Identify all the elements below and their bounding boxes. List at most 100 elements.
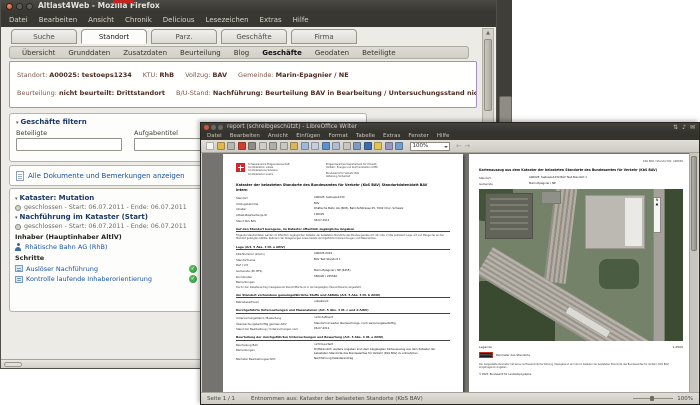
menu-extras[interactable]: Extras bbox=[260, 16, 282, 24]
scrollbar-thumb[interactable] bbox=[691, 156, 697, 251]
window-close-button[interactable] bbox=[6, 2, 13, 10]
kataster-title: ▾ Kataster: Mutation bbox=[15, 194, 95, 202]
table-icon[interactable] bbox=[332, 142, 340, 150]
info-label: Beurteilung: bbox=[17, 88, 57, 97]
zoom-icon[interactable] bbox=[395, 142, 403, 150]
menu-bearbeiten[interactable]: Bearbeiten bbox=[39, 16, 77, 24]
zoom-value: 100% bbox=[677, 395, 693, 402]
window-maximize-button[interactable] bbox=[26, 2, 33, 10]
redo-icon[interactable] bbox=[311, 142, 319, 150]
inhaber-link[interactable]: Rhätische Bahn AG (RhB) bbox=[25, 243, 107, 251]
subtab-geodaten[interactable]: Geodaten bbox=[315, 49, 349, 57]
tab-firma[interactable]: Firma bbox=[291, 29, 357, 44]
window-minimize-button[interactable] bbox=[211, 125, 216, 130]
collapse-triangle-icon[interactable]: ▾ bbox=[16, 120, 19, 126]
window-maximize-button[interactable] bbox=[218, 125, 223, 130]
scrollbar-thumb[interactable] bbox=[484, 39, 492, 111]
department-text: Eidgenössisches Departement für Umwelt, V… bbox=[326, 163, 424, 178]
kataster-status-row: geschlossen - Start: 06.07.2011 - Ende: … bbox=[15, 204, 199, 211]
navigator-icon[interactable] bbox=[363, 142, 372, 150]
beteiligte-input[interactable] bbox=[16, 138, 122, 151]
subtab-grunddaten[interactable]: Grunddaten bbox=[68, 49, 110, 57]
schritt-link[interactable]: Auslöser Nachführung bbox=[26, 265, 98, 273]
paste-icon[interactable] bbox=[279, 142, 288, 150]
draw-functions-icon[interactable] bbox=[342, 142, 351, 150]
copy-icon[interactable] bbox=[269, 142, 277, 150]
tab-standort[interactable]: Standort bbox=[81, 29, 147, 44]
volume-indicator-icon[interactable]: ♪ bbox=[682, 123, 686, 132]
subtab-beurteilung[interactable]: Beurteilung bbox=[180, 49, 221, 57]
hyperlink-icon[interactable] bbox=[321, 142, 330, 150]
field-row: Altlast-Bearbeitungs-ID 100025 bbox=[236, 212, 450, 217]
tab-suche[interactable]: Suche bbox=[11, 29, 77, 44]
field-label: Standortname bbox=[236, 257, 256, 262]
subtab-beteiligte[interactable]: Beteiligte bbox=[362, 49, 396, 57]
new-document-icon[interactable] bbox=[206, 142, 214, 150]
schritt-link[interactable]: Kontrolle laufende Inhaberorientierung bbox=[26, 275, 152, 283]
field-row: Standort A00025: testoeps1234 BAV Test St… bbox=[479, 175, 683, 180]
print-preview-icon[interactable] bbox=[258, 142, 267, 150]
collapse-triangle-icon[interactable]: ▾ bbox=[15, 196, 18, 202]
menu-ansicht[interactable]: Ansicht bbox=[88, 16, 114, 24]
window-title: Altlast4Web - Mozilla Firefox bbox=[38, 1, 160, 10]
subtab-zusatzdaten[interactable]: Zusatzdaten bbox=[123, 49, 167, 57]
zoom-slider[interactable] bbox=[633, 396, 674, 401]
scroll-up-icon[interactable]: ▲ bbox=[483, 29, 493, 38]
section-heading: Durchgeführte Untersuchungen und Massnah… bbox=[236, 308, 450, 315]
field-row: Beurteilung BAV nicht beurteilt bbox=[236, 342, 450, 347]
menu-lesezeichen[interactable]: Lesezeichen bbox=[206, 16, 249, 24]
menu-delicious[interactable]: Delicious bbox=[163, 16, 195, 24]
all-documents-link[interactable]: Alle Dokumente und Bemerkungen anzeigen bbox=[28, 172, 185, 180]
field-label: Standort bbox=[236, 196, 248, 201]
writer-scrollbar[interactable] bbox=[689, 153, 698, 392]
status-grip[interactable] bbox=[4, 362, 22, 367]
field-label: PLZ / Ort bbox=[236, 263, 248, 268]
menu-bearbeiten[interactable]: Bearbeiten bbox=[230, 133, 260, 139]
mail-indicator-icon[interactable]: ✉ bbox=[690, 123, 695, 132]
menu-fenster[interactable]: Fenster bbox=[408, 133, 428, 139]
subtab-geschäfte[interactable]: Geschäfte bbox=[262, 49, 302, 57]
zoom-control: 100% bbox=[633, 396, 693, 402]
field-row: PLZ / Ort bbox=[236, 263, 450, 267]
print-icon[interactable] bbox=[248, 142, 256, 150]
menu-ansicht[interactable]: Ansicht bbox=[268, 133, 288, 139]
undo-icon[interactable] bbox=[300, 142, 309, 150]
back-icon[interactable]: ← bbox=[456, 140, 462, 153]
field-label: Betriebszeitraum bbox=[236, 300, 260, 305]
gallery-icon[interactable] bbox=[374, 142, 382, 150]
forward-icon[interactable]: → bbox=[464, 140, 470, 153]
menu-format[interactable]: Format bbox=[329, 133, 348, 139]
document-area: Schweizerische Eidgenossenschaft Confédér… bbox=[202, 153, 698, 392]
window-close-button[interactable] bbox=[204, 125, 209, 130]
menu-einfügen[interactable]: Einfügen bbox=[296, 133, 320, 139]
network-indicator-icon[interactable]: ⇅ bbox=[673, 123, 678, 132]
menu-extras[interactable]: Extras bbox=[383, 133, 400, 139]
field-value: nicht definiert bbox=[314, 315, 333, 320]
subtab-übersicht[interactable]: Übersicht bbox=[22, 49, 55, 57]
open-icon[interactable] bbox=[216, 142, 225, 150]
window-minimize-button[interactable] bbox=[16, 2, 23, 10]
writer-toolbar: 100% ← → bbox=[201, 140, 699, 153]
find-replace-icon[interactable] bbox=[353, 142, 361, 150]
menu-datei[interactable]: Datei bbox=[207, 133, 222, 139]
menu-tabelle[interactable]: Tabelle bbox=[356, 133, 375, 139]
info-line-2: Beurteilung: nicht beurteilt: Drittstando… bbox=[17, 83, 476, 101]
map-copyright: © PK25: Bundesamt für Landestopographie bbox=[479, 372, 532, 376]
format-paintbrush-icon[interactable] bbox=[290, 142, 298, 150]
menu-datei[interactable]: Datei bbox=[9, 16, 28, 24]
subtab-blog[interactable]: Blog bbox=[234, 49, 249, 57]
menu-chronik[interactable]: Chronik bbox=[125, 16, 152, 24]
zoom-combobox[interactable]: 100% bbox=[409, 141, 450, 151]
menu-hilfe[interactable]: Hilfe bbox=[293, 16, 309, 24]
section-heading: Am Standort vorhandene gemeingefährliche… bbox=[236, 293, 450, 299]
menu-hilfe[interactable]: Hilfe bbox=[437, 133, 450, 139]
nachfuehrung-status-row: geschlossen - Start: 06.07.2011 - Ende: … bbox=[15, 223, 199, 230]
save-icon[interactable] bbox=[227, 142, 235, 150]
tab-parz-[interactable]: Parz. bbox=[151, 29, 217, 44]
tab-geschäfte[interactable]: Geschäfte bbox=[221, 29, 287, 44]
export-pdf-icon[interactable] bbox=[237, 142, 246, 150]
map-title: Kartenauszug aus dem Kataster der belast… bbox=[479, 168, 658, 172]
nachfuehrung-status: geschlossen - Start: 06.07.2011 - Ende: … bbox=[24, 223, 187, 230]
nonprinting-chars-icon[interactable] bbox=[384, 142, 393, 150]
collapse-triangle-icon[interactable]: ▾ bbox=[15, 215, 18, 221]
